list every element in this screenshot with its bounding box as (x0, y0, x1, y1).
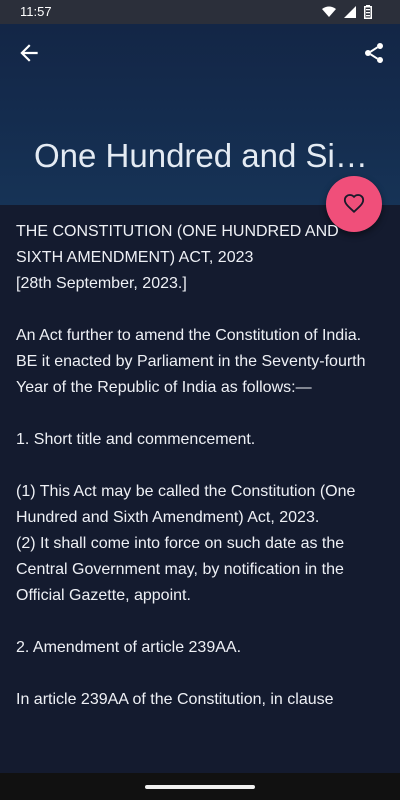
signal-icon (344, 6, 356, 18)
wifi-icon (322, 6, 336, 17)
home-gesture-handle[interactable] (145, 785, 255, 789)
share-button[interactable] (362, 40, 386, 66)
page-title: One Hundred and Si… (34, 137, 368, 174)
document-date: [28th September, 2023.] (16, 275, 187, 292)
section-1-paragraph-2: (2) It shall come into force on such dat… (16, 535, 345, 604)
document-heading: THE CONSTITUTION (ONE HUNDRED AND SIXTH … (16, 223, 339, 266)
document-intro: An Act further to amend the Constitution… (16, 327, 362, 344)
status-bar: 11:57 (0, 0, 400, 24)
share-icon (365, 43, 383, 63)
section-1-title: 1. Short title and commencement. (16, 431, 256, 448)
section-1-paragraph-1: (1) This Act may be called the Constitut… (16, 483, 356, 526)
status-icons (322, 4, 372, 20)
document-enact: BE it enacted by Parliament in the Seven… (16, 353, 366, 396)
section-2-text: In article 239AA of the Constitution, in… (16, 691, 334, 708)
document-body: THE CONSTITUTION (ONE HUNDRED AND SIXTH … (16, 219, 388, 713)
back-button[interactable] (16, 40, 42, 66)
battery-icon (364, 5, 372, 19)
section-2-title: 2. Amendment of article 239AA. (16, 639, 242, 656)
status-time: 11:57 (20, 4, 52, 19)
navigation-bar (0, 773, 400, 800)
arrow-back-icon (20, 44, 38, 62)
app-bar: One Hundred and Si… (0, 24, 400, 205)
heart-outline-icon (343, 194, 365, 213)
